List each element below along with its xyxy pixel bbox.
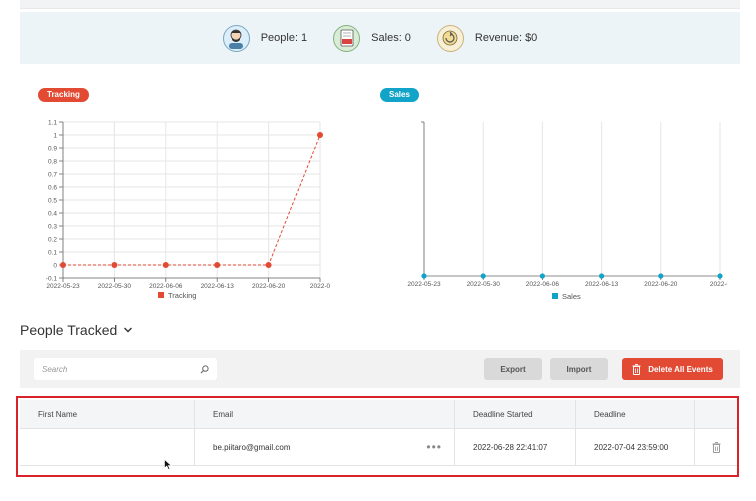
tracking-data-point [214,262,221,268]
x-tick-label: 2022-06-13 [585,281,619,288]
y-tick-label: 0.3 [48,224,57,231]
tracking-data-point [265,262,272,268]
legend-swatch-sales [552,293,558,299]
x-tick-label: 2022-05-23 [407,281,441,288]
sales-data-point [658,273,664,279]
delete-all-events-label: Delete All Events [648,364,713,374]
x-tick-label: 2022-06-06 [526,281,560,288]
x-tick-label: 2022-06-13 [201,283,235,290]
tracking-badge: Tracking [38,88,89,102]
top-strip [20,0,740,9]
people-tracked-heading[interactable]: People Tracked [20,322,133,338]
y-tick-label: 0.7 [48,172,57,179]
tracking-data-point [60,262,66,268]
y-tick-label: 0.2 [48,237,57,244]
stats-bar: People: 1 Sales: 0 Revenue: $0 [20,12,740,64]
sales-badge: Sales [380,88,419,102]
search-placeholder: Search [42,364,68,374]
y-tick-label: -0.1 [46,276,58,283]
stat-revenue: Revenue: $0 [436,24,538,52]
sales-data-point [480,273,486,279]
legend-label-sales: Sales [562,292,581,301]
table-toolbar: Search Export Import Delete All Events [20,350,740,388]
people-count: People: 1 [260,32,308,44]
tracking-chart: 1.1 1 0.9 0.8 0.7 0.6 0.5 0.4 0.3 0.2 0.1 0 -0.1 2022… [30,112,331,308]
legend-label-tracking: Tracking [168,291,196,300]
y-tick-label: 0.5 [48,198,57,205]
sales-data-point [539,273,545,279]
section-title: People Tracked [20,322,118,338]
y-tick-label: 0.1 [48,250,57,257]
export-button[interactable]: Export [484,358,542,380]
x-tick-label: 2022-06-20 [252,283,286,290]
sales-icon [333,24,361,52]
trash-icon [632,363,641,375]
y-tick-label: 1.1 [48,120,57,127]
x-tick-label: 2022-06-20 [644,281,678,288]
x-tick-label: 2022-0 [710,281,727,288]
tracking-data-point [111,262,118,268]
tracking-chart-svg: 1.110.90.80.70.60.50.40.30.20.10-0.12022… [46,120,331,301]
sales-chart: 2022-05-23 2022-05-30 2022-06-06 2022-06-13… [402,112,730,308]
y-tick-label: 0 [53,263,57,270]
search-icon[interactable] [200,364,209,374]
revenue-amount: Revenue: $0 [474,32,538,44]
sales-chart-svg: 2022-05-23 2022-05-30 2022-06-06 2022-06-13… [407,121,730,301]
y-tick-label: 1 [53,133,57,140]
sales-data-point [599,273,605,279]
x-tick-label: 2022-05-30 [467,281,501,288]
revenue-icon [436,24,464,52]
y-tick-label: 0.4 [48,211,57,218]
tracking-data-point [317,132,323,138]
x-tick-label: 2022-0 [310,283,330,290]
x-tick-label: 2022-06-06 [149,283,183,290]
x-tick-label: 2022-05-23 [46,283,80,290]
y-tick-label: 0.8 [48,159,57,166]
sales-count: Sales: 0 [371,32,411,44]
y-tick-label: 0.6 [48,185,57,192]
stat-people: People: 1 [222,24,308,52]
tracking-data-point [162,262,169,268]
search-input[interactable]: Search [34,358,217,380]
chevron-down-icon[interactable] [123,325,133,335]
delete-all-events-button[interactable]: Delete All Events [622,358,723,380]
y-tick-label: 0.9 [48,146,57,153]
person-icon [222,24,250,52]
mouse-cursor-icon [164,459,172,470]
table-highlight-frame [16,396,739,477]
import-button[interactable]: Import [550,358,608,380]
x-tick-label: 2022-05-30 [98,283,132,290]
legend-swatch-tracking [158,292,164,298]
sales-data-point [421,273,427,279]
sales-data-point [717,273,723,279]
stat-sales: Sales: 0 [333,24,411,52]
